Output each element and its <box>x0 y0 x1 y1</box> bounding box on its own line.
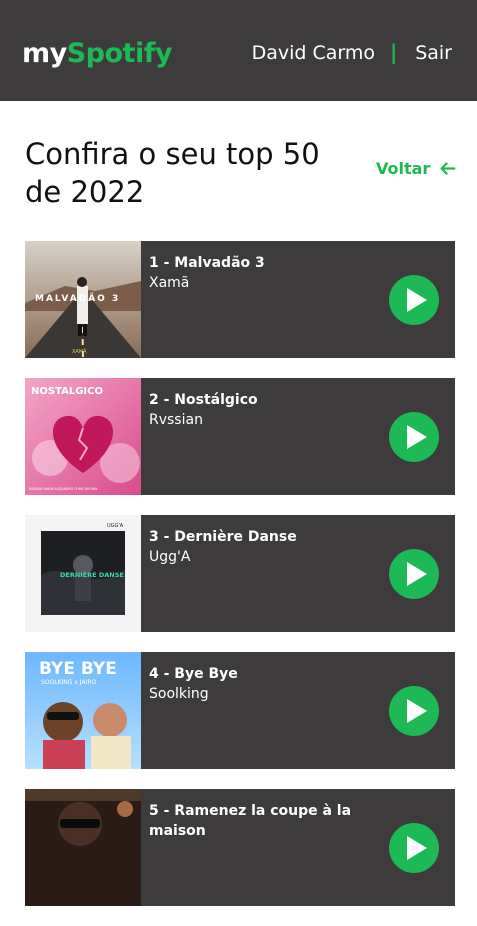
cover-subtitle-3: UGG'A <box>107 523 124 529</box>
logo-suffix: Spotify <box>66 38 173 69</box>
play-button[interactable] <box>389 275 439 325</box>
track-title: 2 - Nostálgico <box>149 392 258 408</box>
track-card-3[interactable]: DERNIÈRE DANSE UGG'A 3 - Dernière Danse … <box>25 515 455 632</box>
cover-art-derniere-danse: DERNIÈRE DANSE UGG'A <box>25 515 141 632</box>
album-cover-4: BYE BYE SOOLKING x JAIRO <box>25 652 141 769</box>
cover-subtitle-2: RVSSIAN RAUW ALEJANDRO CHRIS BROWN <box>29 487 98 491</box>
cover-title-2: NOSTALGICO <box>31 386 103 397</box>
track-title: 3 - Dernière Danse <box>149 529 297 545</box>
cover-art-nostalgico: NOSTALGICO RVSSIAN RAUW ALEJANDRO CHRIS … <box>25 378 141 495</box>
album-cover-1: MALVADÃO 3 XAMÃ <box>25 241 141 358</box>
track-card-5[interactable]: 5 - Ramenez la coupe à la maison <box>25 789 455 906</box>
track-title: 5 - Ramenez la coupe à la maison <box>149 803 352 839</box>
logo-prefix: my <box>22 38 67 69</box>
cover-art-malvadao: MALVADÃO 3 XAMÃ <box>25 241 141 358</box>
app-logo[interactable]: mySpotify <box>22 36 173 72</box>
play-button[interactable] <box>389 823 439 873</box>
cover-title-3: DERNIÈRE DANSE <box>60 570 124 579</box>
track-card-4[interactable]: BYE BYE SOOLKING x JAIRO 4 - Bye Bye Soo… <box>25 652 455 769</box>
cover-art-ramenez-la-coupe <box>25 789 141 906</box>
track-artist: Rvssian <box>149 412 203 428</box>
logout-link[interactable]: Sair <box>415 40 452 66</box>
cover-subtitle-4: SOOLKING x JAIRO <box>41 679 97 686</box>
track-title: 1 - Malvadão 3 <box>149 255 265 271</box>
album-cover-5 <box>25 789 141 906</box>
track-card-1[interactable]: MALVADÃO 3 XAMÃ 1 - Malvadão 3 Xamã <box>25 241 455 358</box>
top-navigation-bar: mySpotify David Carmo | Sair <box>0 0 477 101</box>
track-title: 4 - Bye Bye <box>149 666 238 682</box>
arrow-left-icon <box>440 162 456 175</box>
play-button[interactable] <box>389 412 439 462</box>
track-artist: Soolking <box>149 686 209 702</box>
play-button[interactable] <box>389 686 439 736</box>
nav-separator: | <box>390 40 398 64</box>
cover-title-4: BYE BYE <box>39 659 117 679</box>
cover-title-1: MALVADÃO 3 <box>35 293 120 304</box>
cover-subtitle-1: XAMÃ <box>72 348 87 355</box>
track-artist: Xamã <box>149 275 190 291</box>
album-cover-2: NOSTALGICO RVSSIAN RAUW ALEJANDRO CHRIS … <box>25 378 141 495</box>
cover-art-bye-bye: BYE BYE SOOLKING x JAIRO <box>25 652 141 769</box>
back-label: Voltar <box>376 159 431 178</box>
track-artist: Ugg'A <box>149 549 191 565</box>
page-title: Confira o seu top 50 de 2022 <box>25 137 320 209</box>
user-name: David Carmo <box>251 42 375 64</box>
album-cover-3: DERNIÈRE DANSE UGG'A <box>25 515 141 632</box>
track-card-2[interactable]: NOSTALGICO RVSSIAN RAUW ALEJANDRO CHRIS … <box>25 378 455 495</box>
back-link[interactable]: Voltar <box>376 159 456 178</box>
track-list: MALVADÃO 3 XAMÃ 1 - Malvadão 3 Xamã NOST… <box>25 241 455 926</box>
play-button[interactable] <box>389 549 439 599</box>
